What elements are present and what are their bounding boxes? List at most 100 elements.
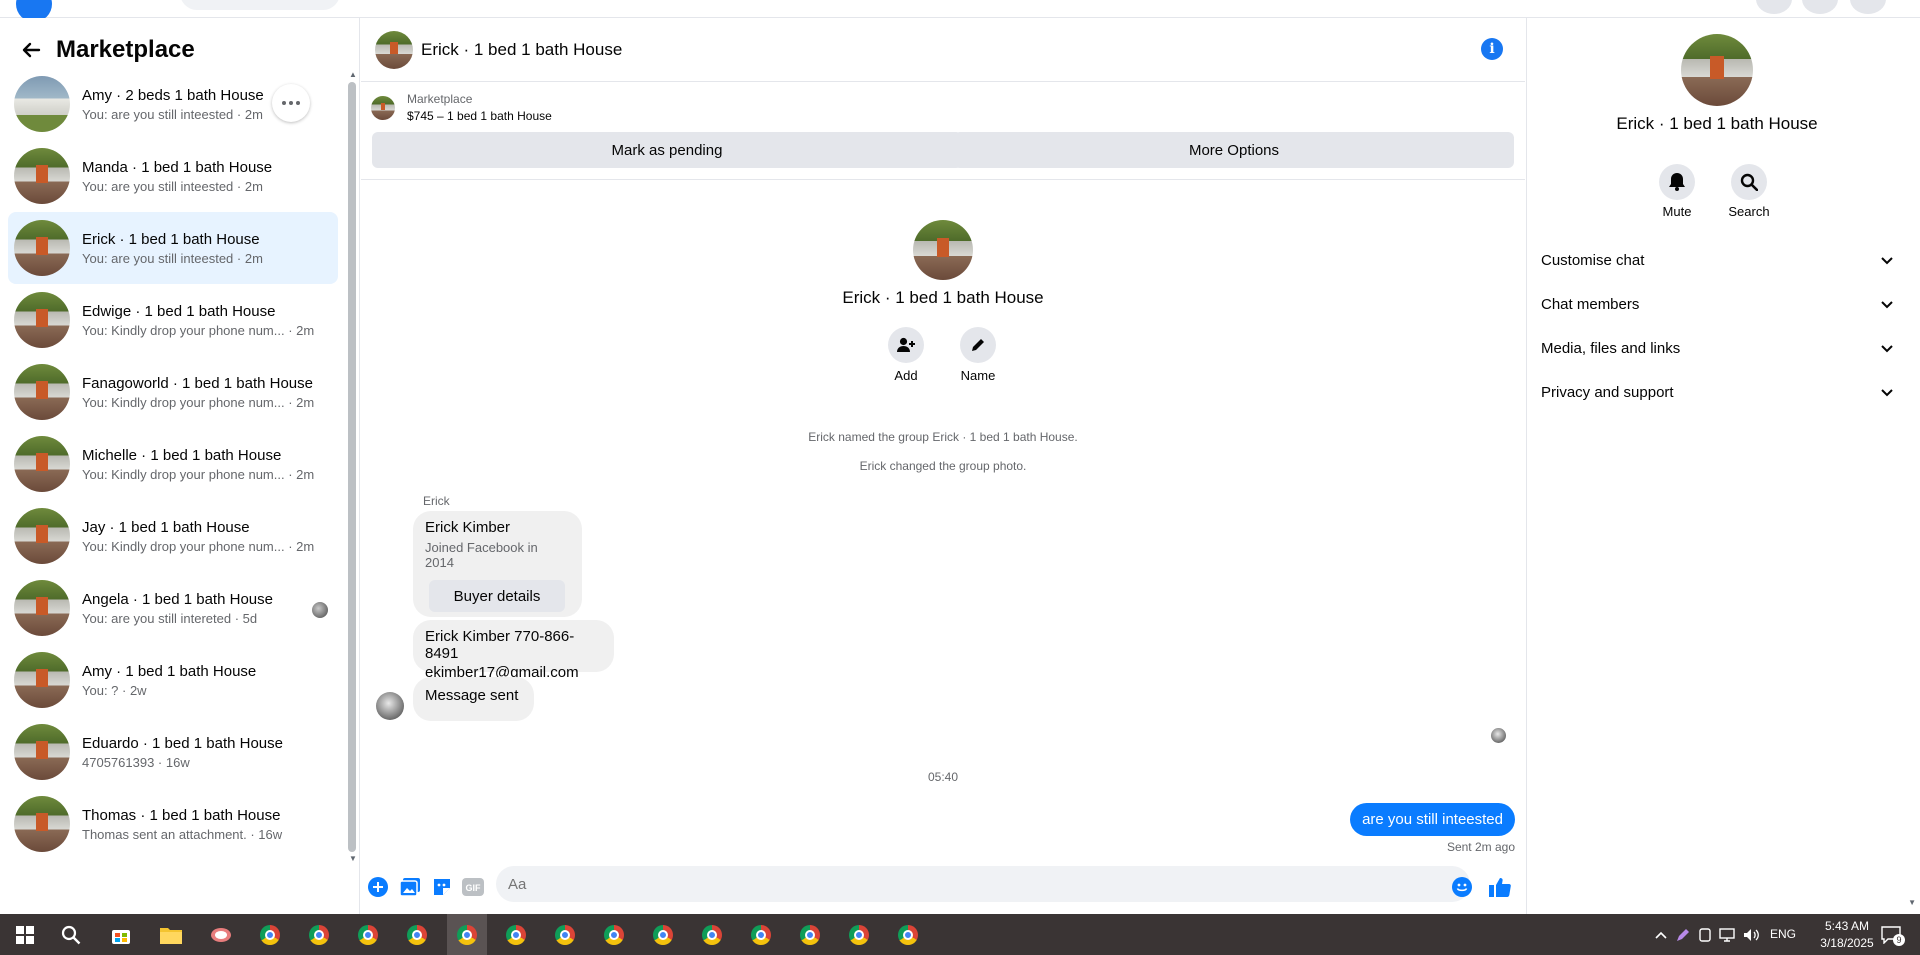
conversation-name: Angela · 1 bed 1 bath House (82, 590, 273, 608)
windows-start-icon[interactable] (14, 924, 36, 946)
chrome-icon[interactable] (750, 924, 772, 946)
conversation-avatar (14, 148, 70, 204)
chrome-icon[interactable] (701, 924, 723, 946)
clock-time[interactable]: 5:43 AM (1812, 919, 1882, 933)
plus-icon[interactable] (367, 876, 389, 898)
message-sent-bubble[interactable]: Message sent (413, 677, 534, 721)
more-options-button[interactable]: More Options (954, 132, 1514, 168)
store-icon[interactable] (110, 924, 132, 946)
conversation-sidebar: Marketplace Amy · 2 beds 1 bath House Yo… (0, 18, 360, 914)
search-label: Search (1728, 204, 1770, 219)
system-message: Erick named the group Erick · 1 bed 1 ba… (808, 430, 1078, 444)
listing-thumbnail[interactable] (371, 95, 395, 120)
contact-message-bubble[interactable]: Erick Kimber 770-866-8491 ekimber17@gmai… (413, 620, 614, 681)
conversation-name: Erick · 1 bed 1 bath House (82, 230, 260, 248)
chrome-icon[interactable] (652, 924, 674, 946)
scroll-down-arrow-icon[interactable]: ▼ (349, 854, 357, 863)
emoji-icon[interactable] (1451, 876, 1473, 898)
name-label: Name (960, 368, 996, 383)
sidebar-scrollbar[interactable] (348, 82, 356, 852)
bell-icon[interactable] (1659, 164, 1695, 200)
conversation-avatar (14, 76, 70, 132)
customise-chat-section[interactable]: Customise chat (1541, 240, 1893, 280)
mark-as-pending-button[interactable]: Mark as pending (372, 132, 962, 168)
conversation-name: Edwige · 1 bed 1 bath House (82, 302, 276, 320)
chat-panel: Erick · 1 bed 1 bath House i Marketplace… (361, 18, 1525, 914)
file-explorer-icon[interactable] (160, 924, 182, 946)
conversation-avatar (14, 292, 70, 348)
more-options-icon[interactable] (272, 84, 310, 122)
thumbs-up-icon[interactable] (1489, 876, 1511, 898)
listing-title[interactable]: $745 – 1 bed 1 bath House (407, 109, 552, 123)
language-indicator[interactable]: ENG (1770, 927, 1796, 941)
account-avatar[interactable] (1850, 0, 1886, 14)
menu-icon[interactable] (1756, 0, 1792, 14)
taskbar-search-icon[interactable] (60, 924, 82, 946)
chrome-icon[interactable] (308, 924, 330, 946)
chevron-down-icon (1881, 384, 1893, 401)
chat-avatar[interactable] (375, 30, 413, 69)
conversation-item[interactable]: Thomas · 1 bed 1 bath House Thomas sent … (8, 788, 338, 860)
info-title: Erick · 1 bed 1 bath House (1616, 114, 1818, 133)
add-person-icon[interactable] (888, 327, 924, 363)
chat-title[interactable]: Erick · 1 bed 1 bath House (421, 40, 622, 60)
chrome-icon[interactable] (554, 924, 576, 946)
device-icon[interactable] (1694, 924, 1716, 946)
messenger-icon[interactable] (1802, 0, 1838, 14)
conversation-item[interactable]: Manda · 1 bed 1 bath House You: are you … (8, 140, 338, 212)
conversation-name: Thomas · 1 bed 1 bath House (82, 806, 281, 824)
chrome-icon[interactable] (357, 924, 379, 946)
info-avatar[interactable] (1681, 34, 1753, 106)
chrome-icon[interactable] (897, 924, 919, 946)
scroll-down-arrow-icon[interactable]: ▼ (1908, 898, 1916, 907)
conversation-item[interactable]: Fanagoworld · 1 bed 1 bath House You: Ki… (8, 356, 338, 428)
edit-name-icon[interactable] (960, 327, 996, 363)
network-icon[interactable] (1716, 924, 1738, 946)
conversation-item[interactable]: Jay · 1 bed 1 bath House You: Kindly dro… (8, 500, 338, 572)
my-message-bubble[interactable]: are you still inteested (1350, 803, 1515, 836)
conversation-item[interactable]: Eduardo · 1 bed 1 bath House 4705761393 … (8, 716, 338, 788)
chrome-icon[interactable] (259, 924, 281, 946)
chrome-icon-active[interactable] (456, 924, 478, 946)
info-icon[interactable]: i (1481, 38, 1503, 60)
conversation-item-active[interactable]: Erick · 1 bed 1 bath House You: are you … (8, 212, 338, 284)
group-avatar[interactable] (913, 220, 973, 280)
scroll-up-arrow-icon[interactable]: ▲ (349, 70, 357, 79)
conversation-item[interactable]: Angela · 1 bed 1 bath House You: are you… (8, 572, 338, 644)
sticker-icon[interactable] (431, 876, 453, 898)
conversation-preview: You: are you still intereted · 5d (82, 610, 258, 626)
chrome-icon[interactable] (848, 924, 870, 946)
media-files-links-section[interactable]: Media, files and links (1541, 328, 1893, 368)
chrome-icon[interactable] (799, 924, 821, 946)
search-icon[interactable] (1731, 164, 1767, 200)
gif-icon[interactable]: GIF (462, 876, 484, 898)
chrome-icon[interactable] (406, 924, 428, 946)
back-arrow-icon[interactable] (18, 37, 44, 63)
chrome-icon[interactable] (603, 924, 625, 946)
group-title: Erick · 1 bed 1 bath House (842, 288, 1044, 307)
pen-icon[interactable] (1672, 924, 1694, 946)
privacy-support-section[interactable]: Privacy and support (1541, 372, 1893, 412)
top-search-field[interactable] (180, 0, 340, 10)
conversation-item[interactable]: Michelle · 1 bed 1 bath House You: Kindl… (8, 428, 338, 500)
chrome-icon[interactable] (505, 924, 527, 946)
conversation-item[interactable]: Amy · 1 bed 1 bath House You: ? · 2w (8, 644, 338, 716)
marketplace-label: Marketplace (407, 92, 473, 106)
volume-icon[interactable] (1740, 924, 1762, 946)
clock-date[interactable]: 3/18/2025 (1812, 936, 1882, 950)
section-label: Privacy and support (1541, 383, 1674, 401)
sender-avatar[interactable] (376, 692, 404, 720)
conversation-item[interactable]: Edwige · 1 bed 1 bath House You: Kindly … (8, 284, 338, 356)
conversation-item[interactable]: Amy · 2 beds 1 bath House You: are you s… (8, 68, 338, 140)
app-icon[interactable] (210, 924, 232, 946)
section-label: Media, files and links (1541, 339, 1681, 357)
buyer-details-button[interactable]: Buyer details (429, 580, 565, 612)
conversation-avatar (14, 364, 70, 420)
chat-members-section[interactable]: Chat members (1541, 284, 1893, 324)
read-receipt-avatar (1491, 728, 1506, 743)
conversation-avatar (14, 652, 70, 708)
tray-chevron-up-icon[interactable] (1650, 924, 1672, 946)
photo-icon[interactable] (399, 876, 421, 898)
conversation-avatar (14, 508, 70, 564)
message-input[interactable] (496, 866, 1470, 902)
